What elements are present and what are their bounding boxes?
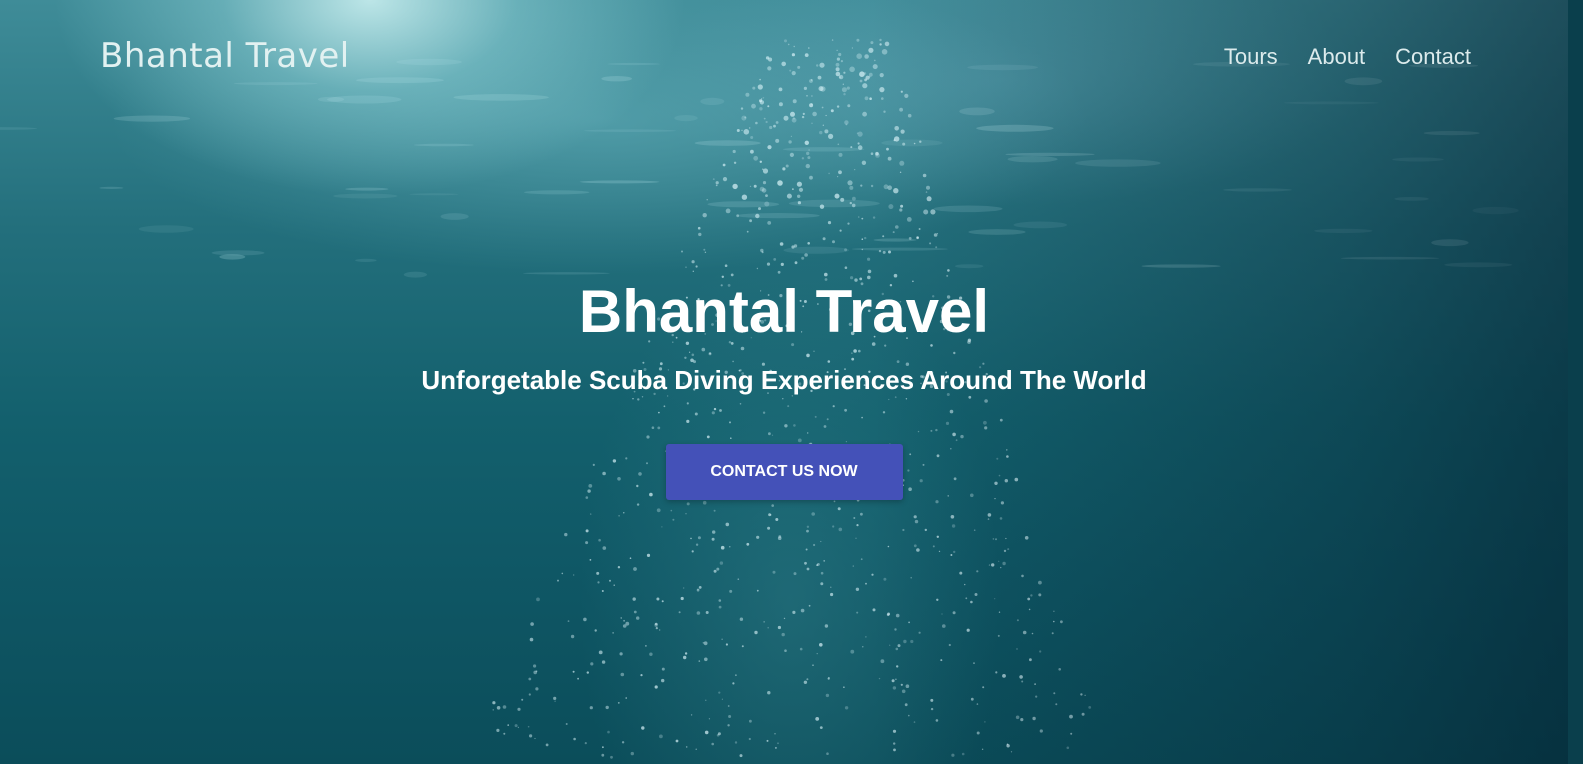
nav-link-tours[interactable]: Tours bbox=[1224, 44, 1278, 70]
contact-us-button[interactable]: CONTACT US NOW bbox=[665, 444, 903, 500]
hero-content: Bhantal Travel Unforgetable Scuba Diving… bbox=[0, 280, 1568, 500]
top-navigation: Bhantal Travel Tours About Contact bbox=[0, 0, 1583, 115]
hero-title: Bhantal Travel bbox=[578, 278, 990, 345]
brand-logo[interactable]: Bhantal Travel bbox=[100, 36, 350, 76]
page-scrollbar[interactable] bbox=[1568, 0, 1583, 764]
nav-link-contact[interactable]: Contact bbox=[1395, 44, 1471, 70]
hero-subtitle: Unforgetable Scuba Diving Experiences Ar… bbox=[421, 365, 1147, 395]
nav-link-about[interactable]: About bbox=[1308, 44, 1366, 70]
nav-menu: Tours About Contact bbox=[1224, 44, 1471, 70]
